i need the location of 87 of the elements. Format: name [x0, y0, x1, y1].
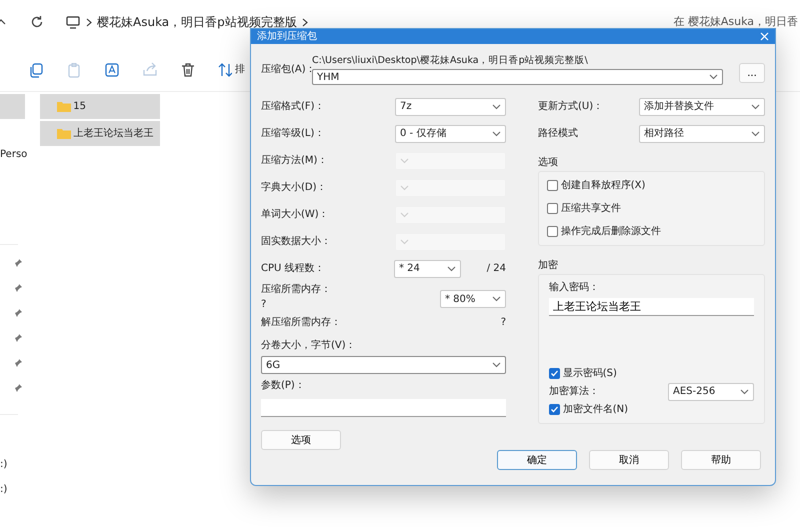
file-item[interactable]: 15 [40, 94, 160, 119]
chevron-down-icon [447, 266, 456, 272]
pin-icon[interactable] [14, 358, 23, 367]
field-label: 压缩等级(L)： [261, 126, 324, 142]
sidebar-item[interactable]: Perso [0, 147, 28, 162]
field-label: 压缩所需内存： [261, 282, 331, 298]
chevron-down-icon [740, 388, 749, 395]
chevron-down-icon [492, 104, 501, 110]
pin-icon[interactable] [14, 258, 23, 267]
refresh-icon[interactable] [30, 15, 44, 29]
checkbox[interactable] [547, 180, 558, 192]
password-field[interactable]: 上老王论坛当老王 [549, 298, 754, 316]
field-label: 压缩格式(F)： [261, 100, 325, 114]
checkbox[interactable] [549, 368, 560, 380]
thread-count: / 24 [486, 262, 506, 276]
delete-icon[interactable] [180, 62, 196, 78]
pin-icon[interactable] [14, 383, 23, 392]
dropdown[interactable]: * 24 [394, 260, 461, 278]
field-label: 单词大小(W)： [261, 208, 329, 222]
window-title: 添加到压缩包 [257, 30, 317, 44]
field-label: 压缩包(A)： [261, 64, 312, 77]
checkbox[interactable] [547, 203, 558, 214]
chevron-down-icon [400, 212, 409, 218]
group-title: 加密 [538, 258, 559, 274]
dropdown[interactable]: 0 - 仅存储 [395, 124, 506, 143]
field-label: 压缩方法(M)： [261, 154, 328, 168]
checkbox[interactable] [547, 226, 558, 238]
chevron-down-icon [751, 104, 760, 110]
dialog-button[interactable]: 取消 [589, 450, 669, 470]
checkbox[interactable] [549, 404, 560, 416]
monitor-icon [66, 16, 80, 28]
field-label: 更新方式(U)： [538, 100, 604, 114]
close-icon[interactable] [760, 32, 769, 41]
checkbox-label[interactable]: 压缩共享文件 [560, 201, 621, 216]
field-label: 字典大小(D)： [261, 180, 327, 196]
chevron-down-icon [751, 130, 760, 137]
copy-icon[interactable] [28, 62, 44, 78]
chevron-down-icon [709, 74, 718, 80]
folder-icon [56, 128, 70, 139]
sort-icon [218, 62, 232, 76]
chevron-down-icon [400, 158, 409, 164]
volume-size-field[interactable]: 6G [261, 356, 506, 374]
memory-value: ? [261, 298, 268, 312]
checkbox-label[interactable]: 加密文件名(N) [562, 402, 628, 418]
sidebar-item[interactable]: :) [0, 457, 8, 472]
field-label: 路径模式 [538, 126, 578, 142]
dialog-button[interactable]: 确定 [497, 450, 577, 470]
chevron-right-icon[interactable] [86, 18, 92, 26]
group-title: 选项 [538, 156, 559, 170]
breadcrumb-item[interactable]: 樱花妹Asuka，明日香p站视频完整版 [97, 13, 297, 31]
file-item[interactable]: 上老王论坛当老王 [40, 121, 160, 146]
field-label: CPU 线程数： [261, 262, 326, 276]
checkbox-label[interactable]: 创建自释放程序(X) [560, 178, 646, 194]
field-label: 输入密码： [549, 280, 600, 296]
archive-path: C:\Users\liuxi\Desktop\樱花妹Asuka，明日香p站视频完整版\ [312, 54, 589, 68]
memory-value: ? [500, 316, 506, 330]
archive-name-field[interactable]: YHM [312, 69, 723, 86]
chevron-down-icon [492, 362, 501, 368]
dropdown[interactable]: * 80% [440, 290, 506, 308]
chevron-down-icon [400, 184, 409, 191]
pin-icon[interactable] [14, 308, 23, 317]
parameters-field[interactable] [261, 399, 506, 418]
field-label: 分卷大小，字节(V)： [261, 338, 357, 354]
sidebar-item[interactable]: :) [0, 482, 8, 497]
dropdown[interactable]: 相对路径 [639, 124, 765, 143]
sort-button[interactable]: 排 [218, 62, 245, 77]
field-label: 加密算法： [549, 384, 599, 400]
dropdown[interactable]: 7z [395, 98, 506, 116]
chevron-down-icon [492, 296, 501, 302]
options-button[interactable]: 选项 [261, 430, 341, 450]
field-label: 固实数据大小： [261, 234, 331, 250]
dropdown[interactable]: 添加并替换文件 [639, 98, 765, 116]
field-label: 参数(P)： [261, 378, 306, 394]
rename-icon[interactable] [104, 62, 120, 78]
chevron-down-icon [492, 130, 501, 137]
dialog-button[interactable]: 帮助 [681, 450, 761, 470]
field-label: 解压缩所需内存： [261, 316, 341, 330]
pin-icon[interactable] [14, 283, 23, 292]
chevron-down-icon [400, 238, 409, 245]
checkbox-label[interactable]: 操作完成后删除源文件 [560, 224, 661, 240]
folder-icon [56, 101, 70, 112]
pin-icon[interactable] [14, 333, 23, 342]
search-field[interactable]: 在 樱花妹Asuka，明日香 [673, 14, 798, 30]
browse-button[interactable]: ... [739, 63, 765, 83]
checkbox-label[interactable]: 显示密码(S) [562, 366, 617, 382]
dropdown[interactable]: AES-256 [668, 382, 754, 401]
chevron-right-icon[interactable] [302, 18, 308, 26]
